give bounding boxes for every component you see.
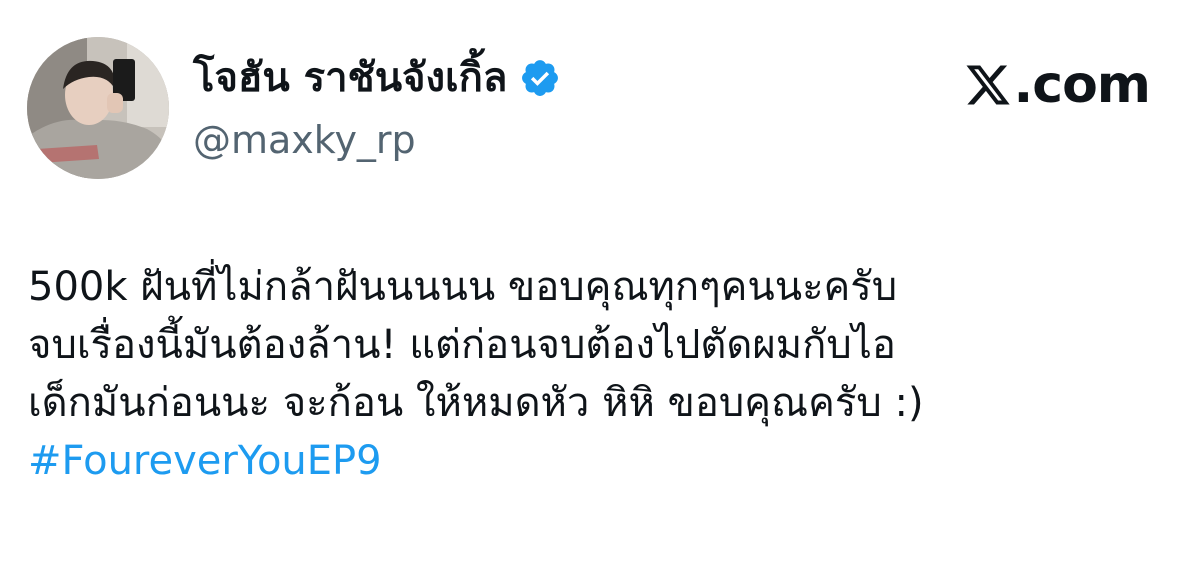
- avatar[interactable]: [27, 37, 169, 179]
- x-logo-icon: [966, 65, 1010, 105]
- profile-photo: [27, 37, 169, 179]
- brand: .com: [964, 52, 1151, 118]
- brand-text: .com: [1013, 55, 1151, 115]
- tweet-line: เด็กมันก่อนนะ จะก้อน ให้หมดหัว หิหิ ขอบค…: [28, 380, 924, 426]
- tweet-line: จบเรื่องนี้มันต้องล้าน! แต่ก่อนจบต้องไปต…: [28, 322, 896, 368]
- author-handle[interactable]: @maxky_rp: [193, 112, 416, 168]
- tweet-line: 500k ฝันที่ไม่กล้าฝันนนนน ขอบคุณทุกๆคนนะ…: [28, 264, 898, 310]
- display-name[interactable]: โจฮัน ราชันจังเกิ้ล: [193, 50, 507, 106]
- hashtag-link[interactable]: #FoureverYouEP9: [28, 432, 1178, 490]
- tweet-text: 500k ฝันที่ไม่กล้าฝันนนนน ขอบคุณทุกๆคนนะ…: [28, 258, 1178, 490]
- author-name-row: โจฮัน ราชันจังเกิ้ล: [193, 50, 561, 106]
- verified-badge-icon: [522, 60, 559, 96]
